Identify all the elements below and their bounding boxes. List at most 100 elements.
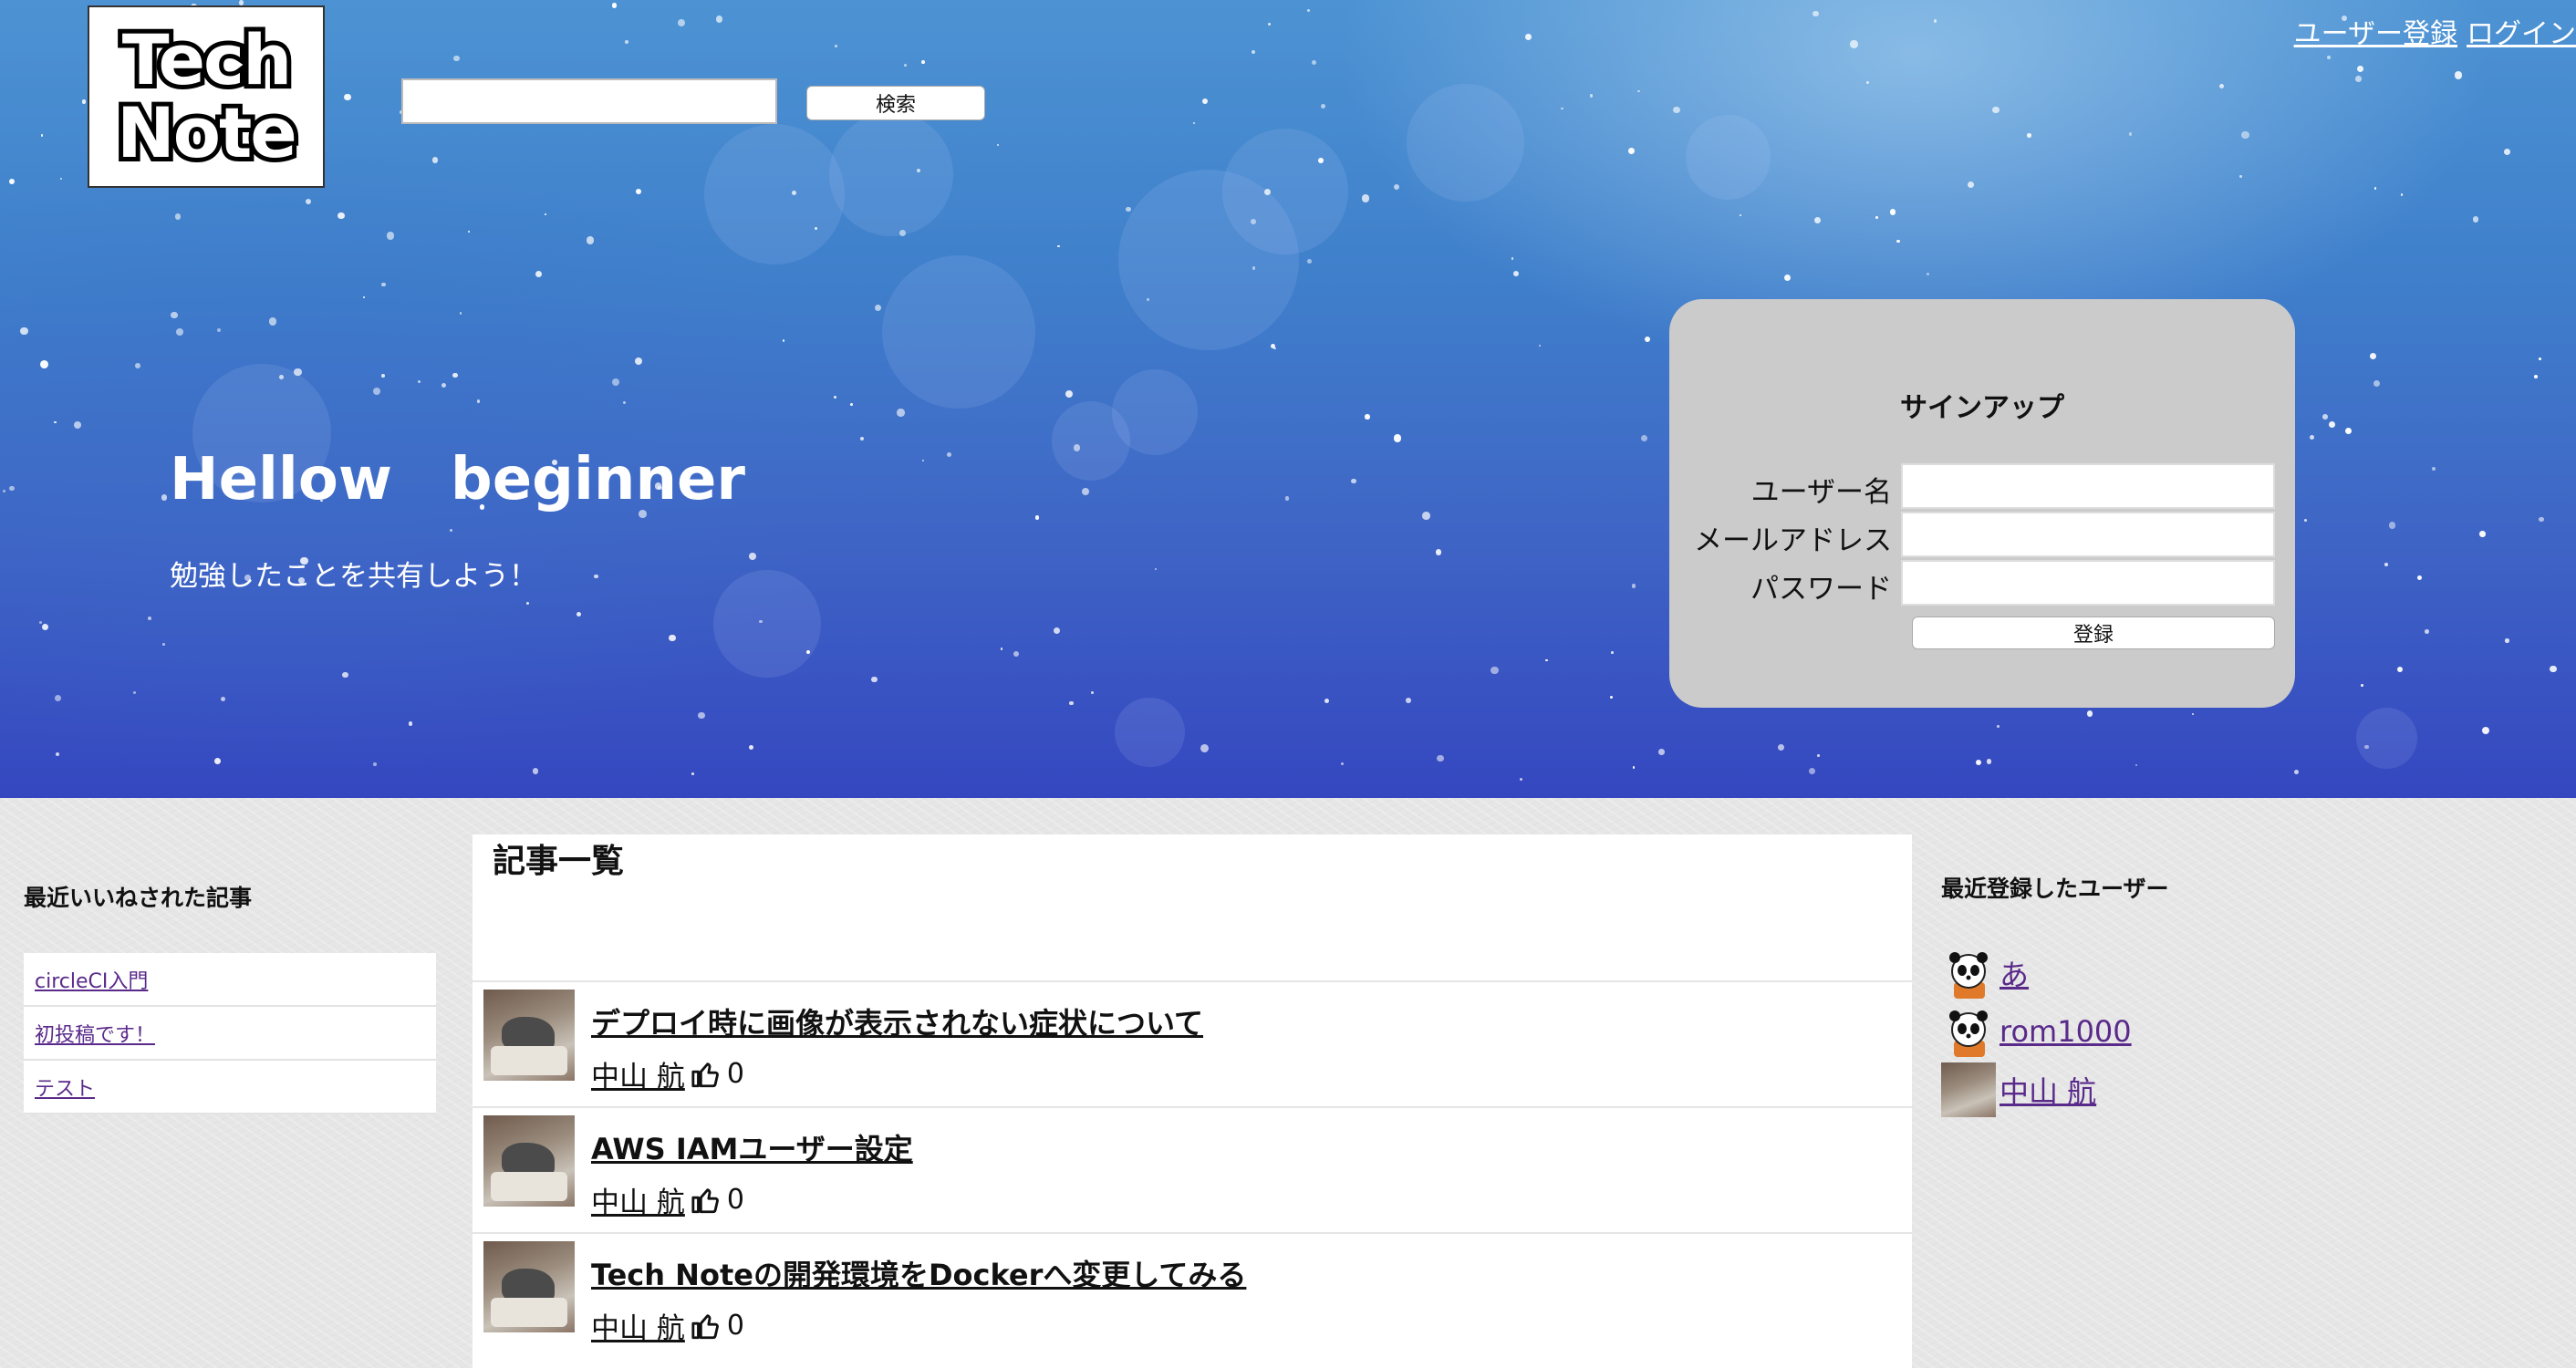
snowflake bbox=[1200, 743, 1209, 752]
snowflake bbox=[2373, 187, 2377, 190]
login-link[interactable]: ログイン bbox=[2467, 11, 2576, 51]
snowflake bbox=[161, 643, 165, 647]
username-field[interactable] bbox=[1901, 463, 2275, 509]
bokeh-light bbox=[1114, 697, 1185, 768]
article-list-panel: 記事一覧 デプロイ時に画像が表示されない症状について 中山 航 0 AWS IA… bbox=[473, 834, 1912, 1368]
article-author-link[interactable]: 中山 航 bbox=[591, 1179, 685, 1220]
snowflake bbox=[622, 401, 626, 405]
snowflake bbox=[381, 373, 385, 378]
snowflake bbox=[2135, 764, 2137, 767]
search-input[interactable] bbox=[401, 78, 777, 124]
snowflake bbox=[213, 757, 222, 765]
snowflake bbox=[171, 311, 178, 319]
snowflake bbox=[782, 338, 785, 342]
snowflake bbox=[2356, 65, 2364, 73]
snowflake bbox=[441, 383, 447, 389]
signup-panel: サインアップ ユーザー名 メールアドレス パスワード 登録 bbox=[1669, 299, 2295, 708]
snowflake bbox=[238, 0, 244, 5]
snowflake bbox=[1997, 725, 2000, 728]
panda-icon[interactable] bbox=[1941, 1004, 1996, 1059]
panda-icon[interactable] bbox=[1941, 946, 1996, 1000]
snowflake bbox=[1817, 754, 1820, 757]
liked-article-link[interactable]: 初投稿です！ bbox=[35, 1019, 155, 1048]
password-field[interactable] bbox=[1901, 560, 2275, 606]
snowflake bbox=[386, 232, 395, 240]
user-link[interactable]: 中山 航 bbox=[2000, 1069, 2096, 1111]
article-author-avatar[interactable] bbox=[483, 1115, 575, 1207]
snowflake bbox=[2400, 193, 2403, 196]
article-title-link[interactable]: AWS IAMユーザー設定 bbox=[591, 1126, 913, 1168]
article-author-avatar[interactable] bbox=[483, 990, 575, 1081]
recent-users-list: あ rom1000 中山 航 bbox=[1941, 944, 2132, 1119]
thumbs-up-icon[interactable] bbox=[691, 1059, 722, 1090]
article-title-link[interactable]: Tech Noteの開発環境をDockerへ変更してみる bbox=[591, 1252, 1246, 1294]
logo-text-line2: Note bbox=[112, 92, 302, 174]
liked-article-link[interactable]: circleCI入門 bbox=[35, 965, 148, 994]
thumbs-up-icon[interactable] bbox=[691, 1185, 722, 1216]
recently-liked-list: circleCI入門 初投稿です！ テスト bbox=[24, 953, 436, 1114]
snowflake bbox=[294, 368, 303, 377]
snowflake bbox=[2384, 562, 2389, 566]
user-item: rom1000 bbox=[1941, 1002, 2132, 1061]
snowflake bbox=[2369, 352, 2377, 360]
snowflake bbox=[835, 44, 837, 47]
snowflake bbox=[2344, 427, 2353, 435]
snowflake bbox=[1057, 244, 1060, 248]
article-author-link[interactable]: 中山 航 bbox=[591, 1053, 685, 1094]
signup-submit-button[interactable]: 登録 bbox=[1912, 617, 2275, 649]
snowflake bbox=[2425, 629, 2429, 634]
register-link[interactable]: ユーザー登録 bbox=[2294, 11, 2457, 51]
article-meta: 中山 航 0 bbox=[591, 1179, 744, 1220]
snowflake bbox=[74, 420, 82, 429]
snowflake bbox=[1147, 297, 1149, 301]
snowflake bbox=[1809, 767, 1816, 774]
snowflake bbox=[477, 399, 481, 403]
snowflake bbox=[2482, 727, 2490, 735]
snowflake bbox=[40, 133, 44, 137]
snowflake bbox=[850, 402, 854, 406]
snowflake bbox=[2355, 76, 2363, 82]
snowflake bbox=[860, 436, 865, 440]
snowflake bbox=[997, 144, 1000, 147]
snowflake bbox=[1318, 157, 1324, 163]
thumbs-up-icon[interactable] bbox=[691, 1311, 722, 1342]
user-avatar-photo[interactable] bbox=[1941, 1062, 1996, 1117]
snowflake bbox=[2304, 519, 2307, 523]
snowflake bbox=[1645, 337, 1651, 343]
tech-note-logo[interactable]: Tech Note bbox=[88, 5, 325, 188]
user-link[interactable]: rom1000 bbox=[2000, 1014, 2132, 1049]
snowflake bbox=[874, 304, 882, 312]
user-item: 中山 航 bbox=[1941, 1061, 2132, 1119]
snowflake bbox=[1351, 478, 1357, 484]
snowflake bbox=[1082, 488, 1089, 496]
liked-article-item: 初投稿です！ bbox=[24, 1007, 436, 1061]
top-nav-links: ユーザー登録 ログイン bbox=[2294, 11, 2576, 51]
snowflake bbox=[1813, 216, 1822, 224]
snowflake bbox=[1361, 194, 1370, 202]
snowflake bbox=[81, 99, 87, 105]
article-author-link[interactable]: 中山 航 bbox=[591, 1305, 685, 1346]
bokeh-light bbox=[1685, 115, 1771, 201]
snowflake bbox=[1927, 273, 1930, 276]
email-row: メールアドレス bbox=[1669, 512, 2295, 559]
username-label: ユーザー名 bbox=[1750, 476, 1892, 509]
like-count: 0 bbox=[726, 1184, 744, 1216]
snowflake bbox=[532, 767, 539, 774]
snowflake bbox=[452, 55, 460, 62]
liked-article-link[interactable]: テスト bbox=[35, 1073, 95, 1102]
snowflake bbox=[1512, 270, 1519, 276]
article-title-link[interactable]: デプロイ時に画像が表示されない症状について bbox=[591, 1000, 1203, 1042]
email-field[interactable] bbox=[1901, 512, 2275, 557]
article-author-avatar[interactable] bbox=[483, 1241, 575, 1332]
snowflake bbox=[1422, 511, 1431, 520]
snowflake bbox=[380, 282, 386, 287]
snowflake bbox=[1986, 759, 1991, 764]
user-link[interactable]: あ bbox=[2000, 952, 2029, 994]
snowflake bbox=[468, 231, 471, 233]
main-content: 最近いいねされた記事 circleCI入門 初投稿です！ テスト 記事一覧 デプ… bbox=[0, 798, 2576, 1368]
snowflake bbox=[1341, 762, 1345, 766]
snowflake bbox=[1320, 103, 1326, 109]
recently-liked-heading: 最近いいねされた記事 bbox=[24, 885, 253, 911]
search-button[interactable]: 検索 bbox=[806, 86, 985, 120]
snowflake bbox=[1627, 147, 1636, 155]
